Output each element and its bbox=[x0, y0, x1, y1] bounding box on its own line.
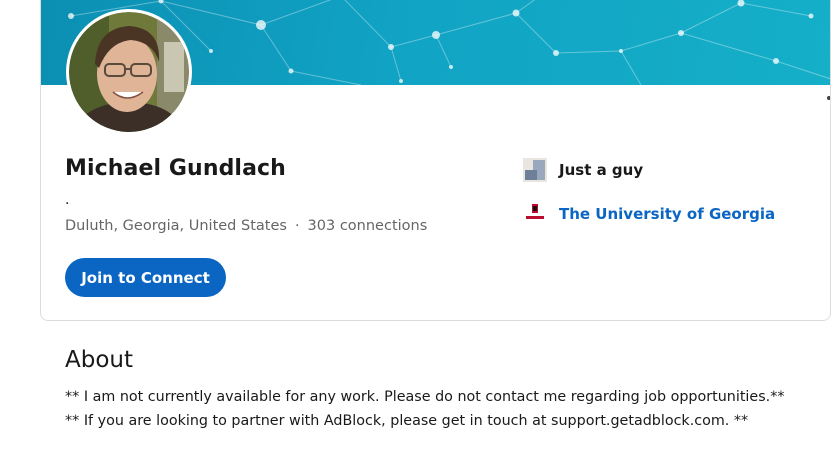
more-options-button[interactable] bbox=[825, 91, 830, 105]
current-company-name: Just a guy bbox=[559, 161, 644, 179]
profile-photo-icon bbox=[69, 12, 189, 132]
about-heading: About bbox=[65, 347, 134, 373]
about-line: ** I am not currently available for any … bbox=[65, 389, 785, 405]
avatar[interactable] bbox=[66, 9, 192, 135]
profile-headline: . bbox=[65, 192, 70, 208]
meta-separator: · bbox=[294, 218, 300, 234]
more-horizontal-icon bbox=[827, 96, 830, 100]
university-logo-icon bbox=[523, 202, 547, 226]
profile-meta: Duluth, Georgia, United States · 303 conne… bbox=[65, 218, 427, 234]
join-to-connect-button[interactable]: Join to Connect bbox=[65, 258, 226, 297]
company-logo-icon bbox=[523, 158, 547, 182]
current-company-item[interactable]: Just a guy bbox=[523, 158, 643, 182]
education-link[interactable]: The University of Georgia bbox=[559, 205, 775, 223]
about-line: ** If you are looking to partner with Ad… bbox=[65, 413, 749, 429]
about-text: ** I am not currently available for any … bbox=[65, 385, 785, 433]
profile-location: Duluth, Georgia, United States bbox=[65, 218, 287, 234]
education-item[interactable]: The University of Georgia bbox=[523, 202, 775, 226]
profile-connections: 303 connections bbox=[307, 218, 428, 234]
profile-name: Michael Gundlach bbox=[65, 156, 286, 181]
